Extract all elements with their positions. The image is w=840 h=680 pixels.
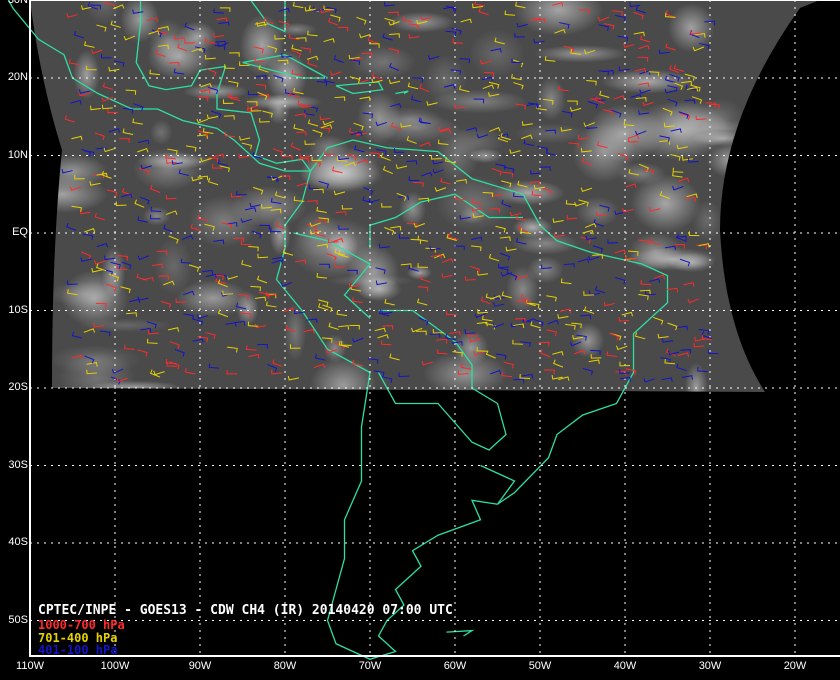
cloud bbox=[47, 280, 122, 308]
cloud bbox=[147, 33, 212, 80]
satellite-wind-map: 30N 20N 10N EQ 10S 20S 30S 40S 50S 110W 100W 90W 80… bbox=[0, 0, 840, 680]
cloud bbox=[691, 130, 755, 147]
coastline bbox=[446, 629, 475, 637]
coastline bbox=[480, 464, 516, 505]
lon-label: 110W bbox=[16, 660, 44, 672]
lon-label: 70W bbox=[358, 660, 382, 672]
lat-label: 10N bbox=[7, 148, 28, 161]
cloud bbox=[239, 14, 285, 76]
lat-label: EQ bbox=[12, 226, 28, 238]
lon-label: 100W bbox=[100, 660, 130, 672]
cloud bbox=[536, 77, 566, 121]
cloud bbox=[149, 119, 173, 145]
map-title: CPTEC/INPE - GOES13 - CDW CH4 (IR) 20140… bbox=[38, 603, 453, 618]
cloud bbox=[142, 206, 171, 226]
lon-label: 40W bbox=[613, 660, 637, 672]
lat-label: 20S bbox=[8, 381, 28, 393]
cloud bbox=[430, 89, 528, 114]
lon-label: 20W bbox=[783, 660, 807, 672]
cloud bbox=[347, 244, 400, 300]
lat-label: 40S bbox=[8, 536, 28, 548]
cloud bbox=[601, 69, 695, 94]
cloud bbox=[154, 237, 193, 296]
cloud bbox=[585, 104, 664, 163]
cloud bbox=[684, 362, 708, 392]
legend-high-level: 401-100 hPa bbox=[38, 643, 118, 657]
cloud bbox=[533, 44, 627, 63]
lon-label: 50W bbox=[528, 660, 552, 672]
cloud bbox=[182, 83, 249, 100]
cloud bbox=[58, 351, 136, 392]
lon-label: 60W bbox=[443, 660, 467, 672]
cloud bbox=[377, 107, 443, 132]
lat-label: 30S bbox=[8, 458, 28, 471]
lat-label: 50S bbox=[8, 613, 28, 626]
cloud bbox=[617, 162, 666, 186]
cloud bbox=[706, 142, 752, 178]
cloud bbox=[188, 195, 260, 248]
lat-label: 10S bbox=[8, 303, 28, 316]
lon-label: 90W bbox=[188, 660, 212, 672]
cloud bbox=[350, 45, 417, 79]
lon-label: 80W bbox=[273, 660, 297, 672]
lon-label: 30W bbox=[698, 660, 722, 672]
cloud bbox=[132, 147, 204, 191]
legend-low-level: 1000-700 hPa bbox=[38, 618, 125, 632]
lat-label: 20N bbox=[7, 71, 28, 83]
cloud bbox=[266, 94, 291, 125]
map-canvas bbox=[7, 0, 840, 660]
lat-label: 30N bbox=[2, 0, 28, 6]
cloud bbox=[692, 199, 723, 241]
